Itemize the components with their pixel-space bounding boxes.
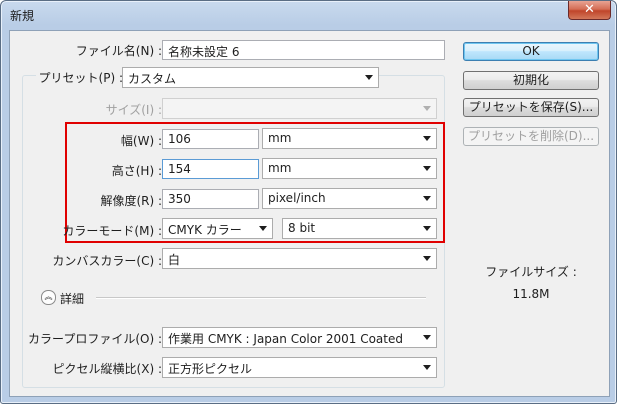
chevron-down-icon	[423, 335, 431, 340]
chevron-down-icon	[423, 166, 431, 171]
chevron-down-icon	[423, 106, 431, 111]
width-field[interactable]: 106	[162, 129, 259, 149]
pixel-aspect-label: ピクセル縦横比(X) :	[52, 362, 162, 376]
size-label: サイズ(I) :	[105, 103, 162, 117]
preset-select[interactable]: カスタム	[122, 67, 379, 88]
width-unit-select[interactable]: mm	[262, 128, 437, 149]
resolution-field[interactable]: 350	[162, 189, 259, 209]
details-label: 詳細	[60, 292, 85, 306]
height-field[interactable]: 154	[162, 159, 259, 179]
window-title: 新規	[10, 9, 35, 23]
ok-button[interactable]: OK	[463, 42, 599, 61]
save-preset-button[interactable]: プリセットを保存(S)...	[463, 98, 599, 117]
color-profile-value: 作業用 CMYK : Japan Color 2001 Coated	[168, 332, 403, 346]
color-profile-select[interactable]: 作業用 CMYK : Japan Color 2001 Coated	[162, 327, 437, 348]
dialog-body: ファイル名(N) : 名称未設定 6 プリセット(P) : カスタム サイズ(I…	[9, 30, 610, 397]
preset-label: プリセット(P) :	[35, 69, 126, 86]
resolution-unit-select[interactable]: pixel/inch	[262, 188, 437, 209]
file-size-value: 11.8M	[512, 287, 550, 301]
chevron-down-icon	[365, 75, 373, 80]
name-field[interactable]: 名称未設定 6	[162, 40, 445, 60]
chevron-down-icon	[423, 196, 431, 201]
color-mode-select[interactable]: CMYK カラー	[162, 218, 273, 239]
width-unit-value: mm	[268, 131, 292, 145]
name-label: ファイル名(N) :	[75, 44, 162, 58]
new-document-dialog: 新規 ✕ ファイル名(N) : 名称未設定 6 プリセット(P) : カスタム …	[0, 0, 617, 404]
delete-preset-button[interactable]: プリセットを削除(D)...	[463, 127, 599, 146]
chevron-down-icon	[423, 256, 431, 261]
bit-depth-value: 8 bit	[288, 221, 316, 235]
details-divider	[96, 297, 426, 299]
chevron-down-icon	[423, 365, 431, 370]
bit-depth-select[interactable]: 8 bit	[282, 218, 437, 239]
color-mode-value: CMYK カラー	[168, 223, 242, 237]
color-mode-label: カラーモード(M) :	[62, 224, 162, 238]
color-profile-label: カラープロファイル(O) :	[28, 332, 162, 346]
chevron-down-icon	[423, 226, 431, 231]
height-unit-select[interactable]: mm	[262, 158, 437, 179]
resolution-unit-value: pixel/inch	[268, 191, 326, 205]
background-value: 白	[168, 253, 181, 267]
chevron-down-icon	[423, 136, 431, 141]
pixel-aspect-value: 正方形ピクセル	[168, 362, 253, 376]
height-label: 高さ(H) :	[111, 164, 162, 178]
background-label: カンバスカラー(C) :	[52, 254, 162, 268]
chevron-down-icon	[259, 226, 267, 231]
file-size-label: ファイルサイズ :	[485, 265, 577, 279]
double-chevron-up-icon[interactable]: ︽	[41, 290, 56, 305]
pixel-aspect-select[interactable]: 正方形ピクセル	[162, 357, 437, 378]
preset-select-value: カスタム	[128, 72, 177, 86]
resolution-label: 解像度(R) :	[100, 194, 162, 208]
height-unit-value: mm	[268, 161, 292, 175]
close-button[interactable]: ✕	[568, 1, 611, 20]
size-select[interactable]	[162, 98, 437, 119]
width-label: 幅(W) :	[120, 134, 162, 148]
reset-button[interactable]: 初期化	[463, 71, 599, 90]
background-select[interactable]: 白	[162, 248, 437, 269]
